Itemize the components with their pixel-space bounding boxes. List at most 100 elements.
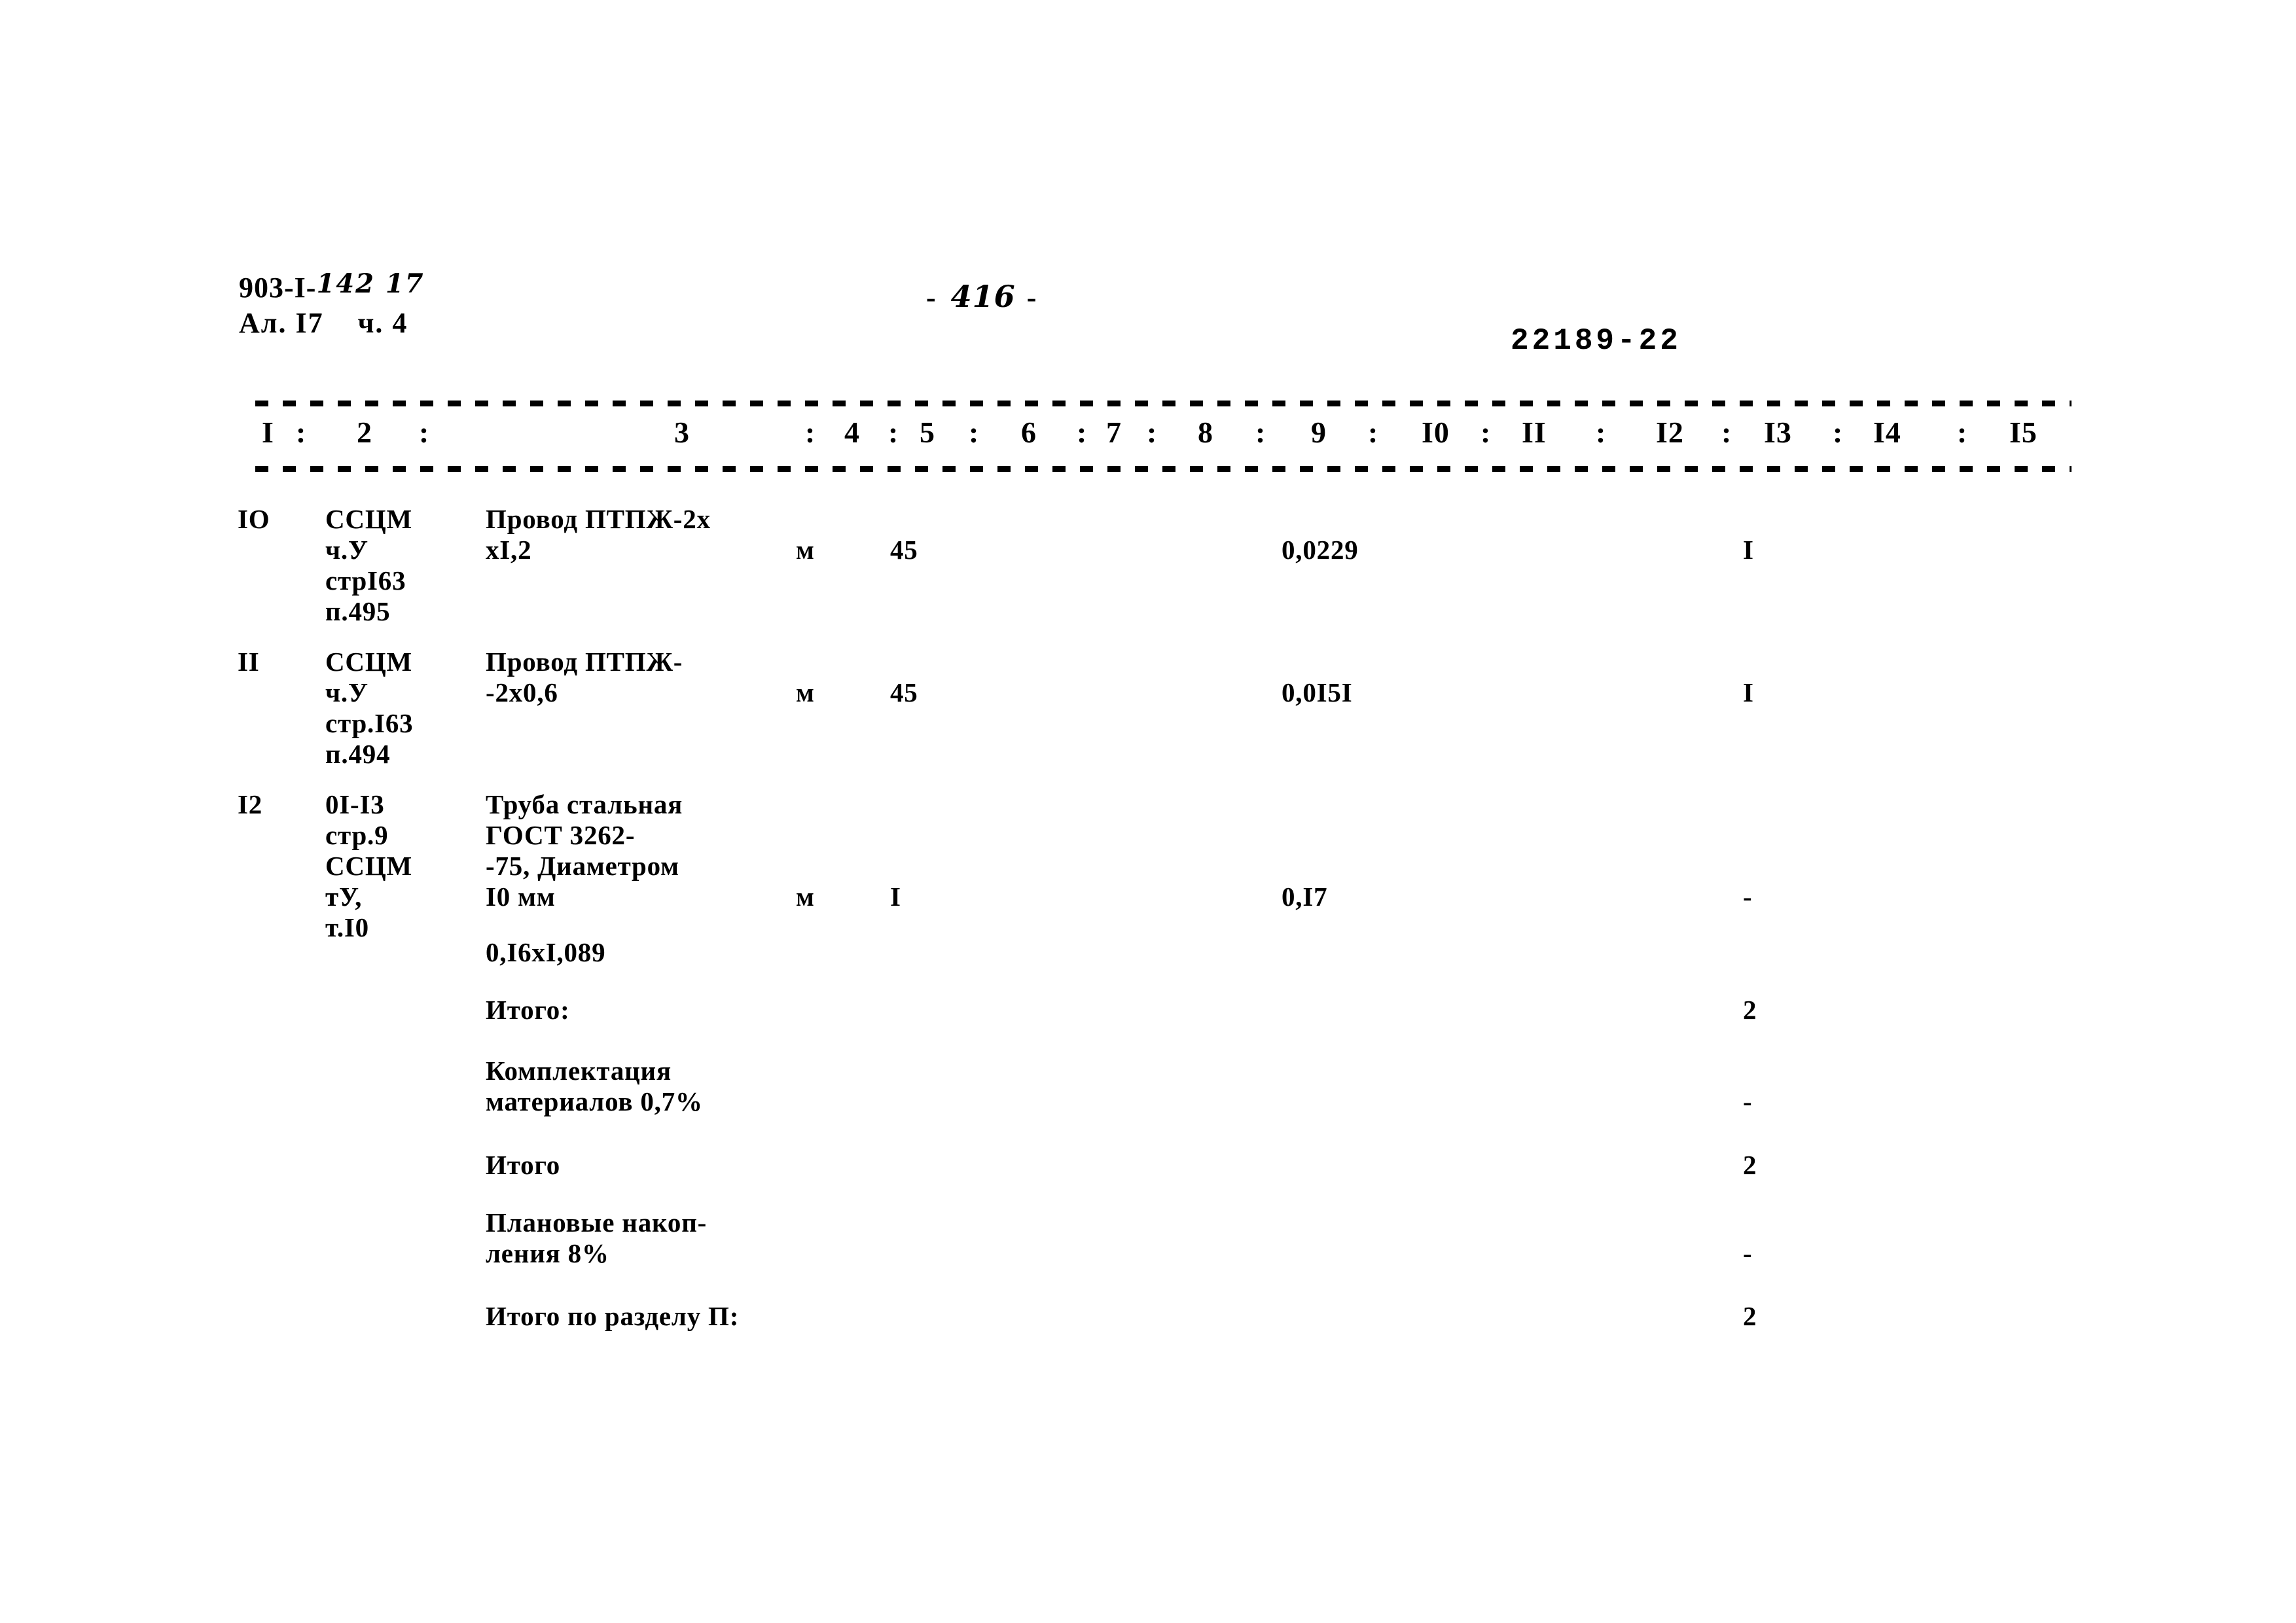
column-number-I2: I2 (1656, 416, 1684, 449)
row-name: Провод ПТПЖ- -2х0,6 (486, 647, 761, 708)
summary-label: Итого (486, 1150, 560, 1181)
row-quantity: 45 (890, 535, 918, 565)
column-separator: : (969, 416, 980, 449)
row-unit: м (796, 882, 815, 912)
row-name-line: Провод ПТПЖ-2х (486, 504, 711, 534)
summary-value: - (1743, 1086, 1752, 1116)
summary-label-line: ления 8% (486, 1238, 609, 1268)
row-name-line: Труба стальная (486, 789, 683, 819)
row-unit: м (796, 535, 815, 565)
row-name: Провод ПТПЖ-2х хI,2 (486, 504, 761, 565)
archive-stamp-number: 22189-22 (1511, 324, 1681, 358)
summary-label: Плановые накоп-ления 8% (486, 1207, 707, 1269)
column-separator: : (419, 416, 430, 449)
row-code-line: тУ, (325, 882, 363, 912)
column-separator: : (1957, 416, 1968, 449)
page-number: 416 (950, 279, 1016, 314)
summary-label: Комплектация материалов 0,7% (486, 1056, 703, 1117)
row-code: ССЦМ ч.У стр.I63 п.494 (325, 647, 476, 770)
page-dash-left: - (926, 281, 940, 313)
row-total: I (1743, 535, 1754, 565)
row-code-line: 0I-I3 (325, 789, 385, 819)
row-quantity: I (890, 882, 901, 912)
column-number-3: 3 (674, 416, 690, 449)
row-value: 0,0229 (1282, 535, 1359, 565)
column-separator: : (1833, 416, 1844, 449)
column-separator: : (1255, 416, 1266, 449)
summary-label-line: Комплектация (486, 1056, 672, 1086)
column-number-I3: I3 (1764, 416, 1792, 449)
row-number: II (238, 647, 260, 677)
row-code-line: ССЦМ (325, 504, 413, 534)
column-separator: : (888, 416, 899, 449)
summary-label-line: Итого (486, 1150, 561, 1180)
row-code-line: ССЦМ (325, 647, 413, 677)
table-top-dashed-rule (255, 401, 2072, 406)
row-name-line: Провод ПТПЖ- (486, 647, 683, 677)
row-unit: м (796, 677, 815, 707)
row-code-line: ч.У (325, 535, 368, 565)
column-number-7: 7 (1106, 416, 1122, 449)
document-code-handwritten: 142 17 (316, 268, 425, 299)
column-number-6: 6 (1021, 416, 1037, 449)
row-code-line: стрI63 (325, 565, 406, 596)
row-code-line: стр.I63 (325, 708, 414, 738)
column-number-I: I (262, 416, 274, 449)
column-separator: : (1480, 416, 1492, 449)
row-value: 0,0I5I (1282, 677, 1353, 707)
column-number-I4: I4 (1873, 416, 1901, 449)
row-value: 0,I7 (1282, 882, 1328, 912)
column-number-9: 9 (1311, 416, 1327, 449)
column-number-5: 5 (920, 416, 935, 449)
row-name: Труба стальная ГОСТ 3262- -75, Диаметром I0… (486, 789, 761, 912)
row-code-line: п.495 (325, 596, 391, 626)
column-separator: : (296, 416, 307, 449)
summary-label-line: материалов 0,7% (486, 1086, 703, 1116)
row-quantity: 45 (890, 677, 918, 707)
page-dash-right: - (1026, 281, 1041, 313)
row-name-line: -2х0,6 (486, 677, 558, 707)
column-number-II: II (1522, 416, 1547, 449)
column-separator: : (805, 416, 816, 449)
summary-value: 2 (1743, 1150, 1757, 1180)
document-code-prefix: 903-I- (239, 272, 317, 304)
summary-value: 2 (1743, 995, 1757, 1025)
column-header-row: I:2:3:4:5:6:7:8:9: I0: II: I2: I3: I4: I5 (0, 415, 2296, 454)
column-separator: : (1596, 416, 1607, 449)
row-code: ССЦМ ч.У стрI63 п.495 (325, 504, 476, 627)
row-number: IO (238, 504, 270, 534)
column-number-2: 2 (357, 416, 372, 449)
row-code-line: ССЦМ (325, 851, 413, 881)
page-number-block: - 416 - (926, 281, 1040, 312)
column-number-4: 4 (844, 416, 860, 449)
column-separator: : (1147, 416, 1158, 449)
scanned-document-page: 903-I-142 17 Ал. I7 ч. 4 - 416 - 22189-2… (0, 0, 2296, 1623)
row-number: I2 (238, 789, 263, 819)
row-name-line: -75, Диаметром (486, 851, 679, 881)
column-number-I0: I0 (1422, 416, 1450, 449)
table-bottom-dashed-rule (255, 466, 2072, 472)
row-code-line: ч.У (325, 677, 368, 707)
summary-label-line: Плановые накоп- (486, 1207, 708, 1238)
column-number-I5: I5 (2009, 416, 2037, 449)
row-name-line: хI,2 (486, 535, 532, 565)
summary-label: Итого по разделу П: (486, 1301, 739, 1332)
row-name-line: I0 мм (486, 882, 556, 912)
row-code-line: стр.9 (325, 820, 389, 850)
row-code: 0I-I3 стр.9 ССЦМ тУ, т.I0 (325, 789, 476, 943)
summary-label-line: Итого: (486, 995, 570, 1025)
summary-label-line: Итого по разделу П: (486, 1301, 740, 1331)
summary-value: 2 (1743, 1301, 1757, 1331)
row-total: - (1743, 882, 1753, 912)
summary-value: - (1743, 1238, 1752, 1268)
column-separator: : (1077, 416, 1088, 449)
row-total: I (1743, 677, 1754, 707)
row-code-line: п.494 (325, 739, 391, 769)
album-part-line: Ал. I7 ч. 4 (239, 307, 408, 339)
row-code-line: т.I0 (325, 912, 369, 942)
column-separator: : (1368, 416, 1379, 449)
column-number-8: 8 (1198, 416, 1213, 449)
column-separator: : (1721, 416, 1732, 449)
document-code: 903-I-142 17 (239, 271, 425, 304)
calculation-line: 0,I6xI,089 (486, 937, 606, 967)
